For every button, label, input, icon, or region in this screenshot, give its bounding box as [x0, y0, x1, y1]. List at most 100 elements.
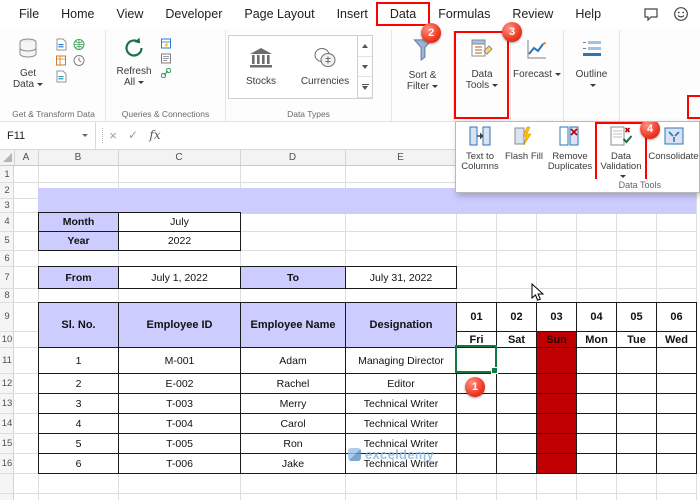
gallery-scroll-down-button[interactable]	[358, 57, 372, 78]
data-validation-button[interactable]: Data Validation 4	[595, 122, 660, 179]
day-name-cell[interactable]: Mon	[577, 332, 617, 348]
row-header[interactable]: 2	[0, 182, 14, 198]
row-header[interactable]: 13	[0, 393, 14, 413]
cell-designation[interactable]: Managing Director	[346, 348, 457, 374]
day-number-cell[interactable]: 04	[577, 303, 617, 332]
column-header-a[interactable]: A	[14, 150, 38, 166]
header-employee-id[interactable]: Employee ID	[119, 303, 241, 348]
header-designation[interactable]: Designation	[346, 303, 457, 348]
cancel-icon[interactable]: ×	[103, 122, 123, 149]
refresh-all-button[interactable]: Refresh All	[108, 32, 160, 88]
row-header[interactable]: 3	[0, 198, 14, 212]
cell-employee-name[interactable]: Jake	[241, 454, 346, 474]
column-header-b[interactable]: B	[38, 150, 118, 166]
tab-insert[interactable]: Insert	[326, 2, 379, 26]
attendance-cell[interactable]	[497, 374, 537, 394]
edit-links-button[interactable]	[160, 67, 172, 80]
sort-filter-button[interactable]: Sort & Filter	[392, 30, 454, 121]
day-name-cell-weekend[interactable]: Sun	[537, 332, 577, 348]
cell-employee-name[interactable]: Merry	[241, 394, 346, 414]
attendance-cell-weekend[interactable]	[537, 434, 577, 454]
day-name-cell[interactable]: Wed	[657, 332, 697, 348]
to-label-cell[interactable]: To	[241, 267, 346, 289]
row-header[interactable]: 11	[0, 347, 14, 373]
tab-developer[interactable]: Developer	[154, 2, 233, 26]
day-name-cell[interactable]: Tue	[617, 332, 657, 348]
row-header[interactable]: 5	[0, 231, 14, 250]
row-header[interactable]: 8	[0, 288, 14, 302]
to-value-cell[interactable]: July 31, 2022	[346, 267, 457, 289]
row-header[interactable]: 16	[0, 453, 14, 473]
cell-designation[interactable]: Technical Writer	[346, 414, 457, 434]
tab-file[interactable]: File	[8, 2, 50, 26]
cell-employee-id[interactable]: E-002	[119, 374, 241, 394]
attendance-cell[interactable]	[497, 434, 537, 454]
cell-sl[interactable]: 3	[39, 394, 119, 414]
stocks-button[interactable]: Stocks	[229, 36, 293, 98]
row-header[interactable]: 6	[0, 250, 14, 266]
attendance-cell-weekend[interactable]	[537, 394, 577, 414]
from-value-cell[interactable]: July 1, 2022	[119, 267, 241, 289]
row-header[interactable]: 12	[0, 373, 14, 393]
year-label-cell[interactable]: Year	[39, 232, 119, 251]
header-employee-name[interactable]: Employee Name	[241, 303, 346, 348]
attendance-cell-weekend[interactable]	[537, 374, 577, 394]
day-number-cell[interactable]: 01	[457, 303, 497, 332]
attendance-cell[interactable]	[657, 394, 697, 414]
forecast-button[interactable]: Forecast	[511, 30, 564, 121]
attendance-cell[interactable]	[577, 394, 617, 414]
row-header[interactable]: 7	[0, 266, 14, 288]
attendance-cell-weekend[interactable]	[537, 348, 577, 374]
comment-icon[interactable]	[640, 3, 662, 25]
smiley-feedback-icon[interactable]	[670, 3, 692, 25]
from-label-cell[interactable]: From	[39, 267, 119, 289]
cell-designation[interactable]: Editor	[346, 374, 457, 394]
cell-employee-id[interactable]: T-003	[119, 394, 241, 414]
row-header[interactable]: 4	[0, 212, 14, 231]
attendance-cell[interactable]	[617, 454, 657, 474]
attendance-cell[interactable]	[577, 454, 617, 474]
name-box[interactable]: F11	[0, 122, 96, 149]
flash-fill-button[interactable]: Flash Fill	[504, 122, 544, 179]
year-value-cell[interactable]: 2022	[119, 232, 241, 251]
existing-connections-button[interactable]	[52, 69, 69, 84]
attendance-cell[interactable]	[657, 454, 697, 474]
tab-home[interactable]: Home	[50, 2, 105, 26]
attendance-cell[interactable]	[617, 414, 657, 434]
attendance-cell[interactable]	[497, 348, 537, 374]
attendance-cell-weekend[interactable]	[537, 414, 577, 434]
remove-duplicates-button[interactable]: Remove Duplicates	[544, 122, 596, 179]
cell-sl[interactable]: 5	[39, 434, 119, 454]
attendance-cell[interactable]	[497, 414, 537, 434]
attendance-cell[interactable]	[657, 414, 697, 434]
tab-page-layout[interactable]: Page Layout	[233, 2, 325, 26]
attendance-cell[interactable]	[457, 454, 497, 474]
day-number-cell[interactable]: 03	[537, 303, 577, 332]
attendance-cell[interactable]	[577, 434, 617, 454]
text-to-columns-button[interactable]: Text to Columns	[456, 122, 504, 179]
column-header-e[interactable]: E	[345, 150, 456, 166]
cell-sl[interactable]: 2	[39, 374, 119, 394]
cell-employee-name[interactable]: Carol	[241, 414, 346, 434]
attendance-cell[interactable]	[657, 348, 697, 374]
attendance-cell[interactable]	[497, 394, 537, 414]
attendance-cell[interactable]	[617, 434, 657, 454]
attendance-cell[interactable]	[617, 394, 657, 414]
attendance-cell[interactable]	[617, 374, 657, 394]
tab-help[interactable]: Help	[564, 2, 612, 26]
cell-sl[interactable]: 1	[39, 348, 119, 374]
cell-employee-id[interactable]: M-001	[119, 348, 241, 374]
day-number-cell[interactable]: 02	[497, 303, 537, 332]
row-header[interactable]: 9	[0, 302, 14, 331]
cell-sl[interactable]: 4	[39, 414, 119, 434]
gallery-more-button[interactable]	[358, 77, 372, 99]
day-number-cell[interactable]: 05	[617, 303, 657, 332]
attendance-cell[interactable]	[657, 374, 697, 394]
cell-employee-id[interactable]: T-004	[119, 414, 241, 434]
attendance-cell[interactable]	[457, 394, 497, 414]
tab-formulas[interactable]: Formulas	[427, 2, 501, 26]
attendance-cell[interactable]	[577, 348, 617, 374]
enter-icon[interactable]: ✓	[123, 122, 143, 149]
selected-cell-f11[interactable]	[455, 345, 498, 374]
row-header[interactable]: 1	[0, 166, 14, 182]
